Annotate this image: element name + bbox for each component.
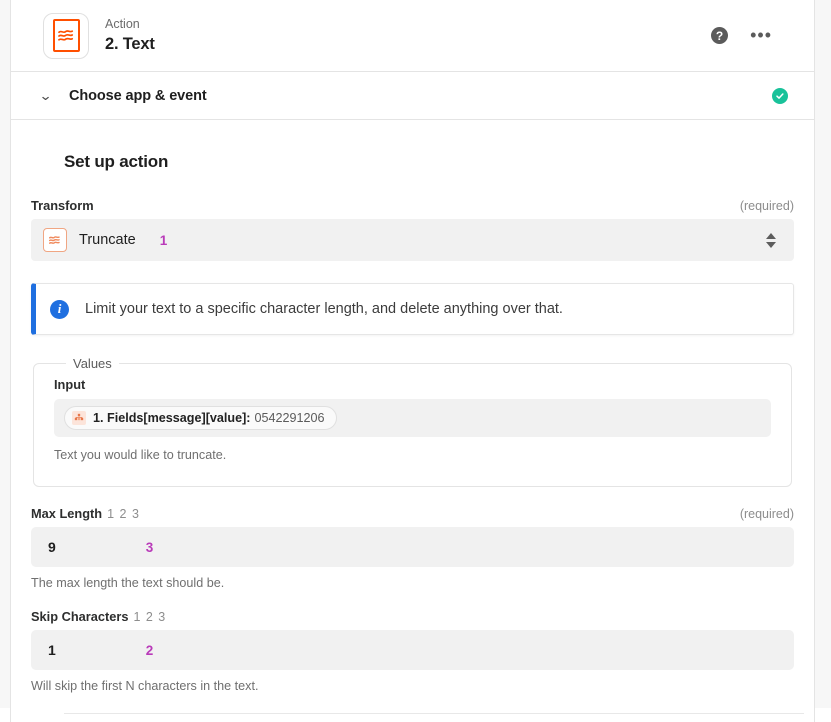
max-length-helper-text: The max length the text should be. <box>31 576 225 590</box>
skip-characters-field-block: Skip Characters 1 2 3 1 2 Will skip the … <box>31 609 794 693</box>
transform-label: Transform <box>31 198 94 213</box>
info-banner: i Limit your text to a specific characte… <box>31 283 794 335</box>
more-options-icon[interactable]: ••• <box>750 26 772 44</box>
skip-characters-label-row: Skip Characters 1 2 3 <box>31 609 794 624</box>
action-header: Action 2. Text ? ••• <box>11 0 814 72</box>
skip-characters-label: Skip Characters <box>31 609 129 624</box>
transform-select[interactable]: Truncate 1 <box>31 219 794 261</box>
annotation-marker-1: 1 <box>159 232 168 248</box>
info-icon: i <box>50 299 69 319</box>
input-label: Input <box>54 377 86 392</box>
transform-selected-value: Truncate <box>79 232 136 248</box>
app-field-icon <box>72 411 86 425</box>
annotation-marker-3: 3 <box>145 539 154 555</box>
action-eyebrow: Action <box>105 17 140 32</box>
section-divider <box>64 713 804 714</box>
values-fieldset: Values Input 1. Fields[message][value]: … <box>33 356 792 487</box>
setup-action-section: Set up action Transform (required) Trunc… <box>11 120 814 722</box>
skip-characters-type-hint: 1 2 3 <box>133 610 167 624</box>
field-token-pill[interactable]: 1. Fields[message][value]: 0542291206 <box>64 406 337 430</box>
formatter-text-mini-icon <box>43 228 67 252</box>
page-background: Action 2. Text ? ••• ⌄ Choose app & even… <box>0 0 831 722</box>
field-token-key: 1. Fields[message][value]: <box>93 411 251 425</box>
formatter-text-icon <box>43 12 89 59</box>
chevron-down-icon <box>766 241 776 248</box>
section-label: Choose app & event <box>69 87 207 104</box>
page-title: 2. Text <box>105 34 155 53</box>
action-panel: Action 2. Text ? ••• ⌄ Choose app & even… <box>10 0 815 722</box>
help-icon[interactable]: ? <box>711 27 729 44</box>
max-length-required-note: (required) <box>739 507 794 521</box>
chevron-up-icon <box>766 232 776 239</box>
skip-characters-helper-text: Will skip the first N characters in the … <box>31 679 259 693</box>
field-token-value: 0542291206 <box>254 411 325 425</box>
input-helper-text: Text you would like to truncate. <box>54 448 227 462</box>
section-choose-app-and-event[interactable]: ⌄ Choose app & event <box>11 72 814 120</box>
values-legend: Values <box>73 356 112 371</box>
max-length-value: 9 <box>48 539 56 555</box>
header-text-block: Action 2. Text <box>105 17 155 53</box>
chevron-down-icon: ⌄ <box>38 88 53 103</box>
max-length-label-row: Max Length 1 2 3 (required) <box>31 506 794 521</box>
transform-required-note: (required) <box>739 199 794 213</box>
status-badge-complete <box>772 87 788 104</box>
annotation-marker-2: 2 <box>145 642 154 658</box>
skip-characters-value: 1 <box>48 642 56 658</box>
max-length-input[interactable]: 9 3 <box>31 527 794 567</box>
formatter-text-icon-glyph <box>52 19 80 52</box>
header-actions: ? ••• <box>711 26 796 44</box>
setup-action-title: Set up action <box>64 152 169 171</box>
select-stepper-arrows-icon[interactable] <box>766 232 782 248</box>
info-banner-text: Limit your text to a specific character … <box>85 301 563 317</box>
transform-label-row: Transform (required) <box>31 198 794 213</box>
max-length-type-hint: 1 2 3 <box>107 507 140 521</box>
max-length-field-block: Max Length 1 2 3 (required) 9 3 The max … <box>31 506 794 590</box>
skip-characters-input[interactable]: 1 2 <box>31 630 794 670</box>
input-field[interactable]: 1. Fields[message][value]: 0542291206 <box>54 399 771 437</box>
max-length-label: Max Length <box>31 506 103 521</box>
